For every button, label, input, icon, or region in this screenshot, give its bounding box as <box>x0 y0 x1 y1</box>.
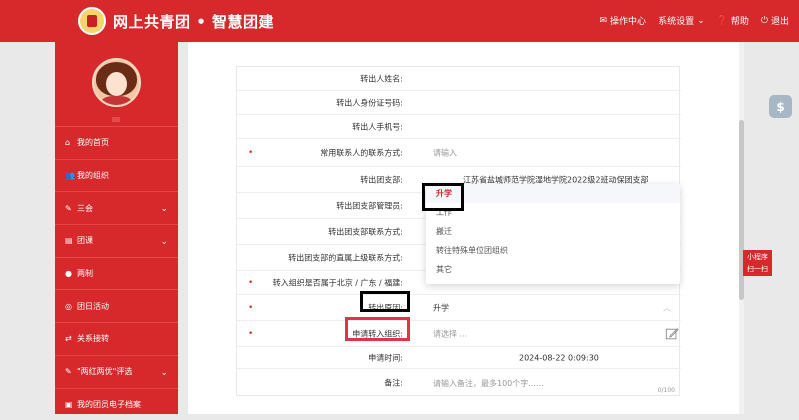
sidebar-item-label: 团日活动 <box>77 301 109 312</box>
apply-time-value: 2024-08-22 0:09:30 <box>519 353 599 362</box>
top-nav: ✉ 操作中心 系统设置 ⌄ ❓ 帮助 ⏻ 退出 <box>600 14 790 27</box>
doc-icon: ▣ <box>65 400 77 409</box>
nav-help[interactable]: ❓ 帮助 <box>717 14 749 27</box>
highlight-box-selected-option <box>422 183 464 211</box>
sidebar-item-label: 我的团员电子档案 <box>77 399 141 410</box>
sidebar-item-league-day[interactable]: ◎ 团日活动 <box>55 289 178 322</box>
floating-tool-button[interactable]: $ <box>769 95 792 118</box>
field-label: 转出人身份证号码: <box>237 97 425 108</box>
field-label: 转出团支部: <box>237 174 425 185</box>
dropdown-option[interactable]: 转往特殊单位团组织 <box>426 241 680 260</box>
highlight-box-target-org-label <box>345 317 410 341</box>
field-label: 转入组织是否属于北京 / 广东 / 福建: <box>237 277 425 288</box>
row-out-id: 转出人身份证号码: <box>237 91 681 115</box>
home-icon: ⌂ <box>65 138 77 147</box>
transfer-icon: ⇄ <box>65 334 77 343</box>
chevron-down-icon: ⌄ <box>160 204 168 214</box>
nav-operation-center[interactable]: ✉ 操作中心 <box>600 14 647 27</box>
top-header: 网上共青团 • 智慧团建 ✉ 操作中心 系统设置 ⌄ ❓ 帮助 ⏻ 退出 <box>0 0 799 42</box>
s-logo-icon: $ <box>776 100 784 114</box>
sidebar-item-my-org[interactable]: 👥 我的组织 <box>55 159 178 192</box>
sidebar-menu: ⌂ 我的首页 👥 我的组织 ✎ 三会 ⌄ ▤ 团课 ⌄ ● 两制 ◎ 团日活动 … <box>55 126 178 420</box>
nav-logout-label: 退出 <box>771 14 789 27</box>
row-apply-time: 申请时间: 2024-08-22 0:09:30 <box>237 347 681 369</box>
dropdown-option[interactable]: 工作 <box>426 203 680 222</box>
sidebar-item-label: "两红两优"评选 <box>77 366 132 377</box>
mini-program-label: 小程序 <box>743 251 772 263</box>
scan-label: 扫一扫 <box>743 263 772 275</box>
field-label: 转出人姓名: <box>237 73 425 84</box>
field-label: 转出团支部联系方式: <box>237 226 425 237</box>
avatar[interactable] <box>92 58 141 107</box>
row-transfer-reason: • 转出原因: 升学 ︿ <box>237 295 681 321</box>
row-out-phone: 转出人手机号: <box>237 115 681 139</box>
nav-system-settings[interactable]: 系统设置 ⌄ <box>658 14 705 27</box>
sidebar: ⌂ 我的首页 👥 我的组织 ✎ 三会 ⌄ ▤ 团课 ⌄ ● 两制 ◎ 团日活动 … <box>55 42 178 414</box>
remark-textarea[interactable]: 请输入备注，最多100个字...... <box>433 378 544 389</box>
users-icon: 👥 <box>65 171 77 180</box>
row-remark: 备注: 请输入备注，最多100个字...... 0/100 <box>237 369 681 397</box>
mini-program-badge[interactable]: 小程序 扫一扫 <box>743 250 772 276</box>
nav-help-label: 帮助 <box>731 14 749 27</box>
transfer-reason-dropdown: 升学 工作 搬迁 转往特殊单位团组织 其它 <box>426 184 680 284</box>
sidebar-item-league-class[interactable]: ▤ 团课 ⌄ <box>55 224 178 257</box>
power-icon: ⏻ <box>761 16 768 26</box>
field-label: 申请时间: <box>237 352 425 363</box>
nav-logout[interactable]: ⏻ 退出 <box>761 14 789 27</box>
sidebar-item-two-systems[interactable]: ● 两制 <box>55 257 178 290</box>
contact-input[interactable]: 请输入 <box>433 147 457 158</box>
row-out-name: 转出人姓名: <box>237 67 681 91</box>
chevron-down-icon: ⌄ <box>160 237 168 247</box>
sidebar-item-home[interactable]: ⌂ 我的首页 <box>55 126 178 159</box>
book-icon: ▤ <box>65 236 77 245</box>
field-label: 转出人手机号: <box>237 121 425 132</box>
field-label: 转出团支部的直属上级联系方式: <box>237 252 425 263</box>
nav-system-settings-label: 系统设置 <box>658 14 694 27</box>
remark-counter: 0/100 <box>658 387 675 394</box>
sidebar-item-label: 三会 <box>77 203 93 214</box>
sidebar-item-label: 我的组织 <box>77 170 109 181</box>
edit-icon: ✎ <box>65 204 77 213</box>
row-contact: • 常用联系人的联系方式: 请输入 <box>237 139 681 167</box>
transfer-reason-select[interactable]: 升学 <box>433 302 449 313</box>
globe-icon: ◎ <box>65 302 77 311</box>
help-icon: ❓ <box>717 16 728 26</box>
chevron-down-icon: ⌄ <box>160 368 168 378</box>
chevron-up-icon[interactable]: ︿ <box>663 302 671 313</box>
circle-icon: ● <box>65 269 77 278</box>
sidebar-item-label: 我的首页 <box>77 137 109 148</box>
sidebar-item-three-meetings[interactable]: ✎ 三会 ⌄ <box>55 191 178 224</box>
sidebar-item-e-archive[interactable]: ▣ 我的团员电子档案 <box>55 388 178 420</box>
youth-league-logo-icon <box>78 7 106 35</box>
dropdown-option[interactable]: 搬迁 <box>426 222 680 241</box>
target-org-select[interactable]: 请选择 ... <box>433 328 467 339</box>
nav-operation-center-label: 操作中心 <box>610 14 646 27</box>
row-target-org: • 申请转入组织: 请选择 ... <box>237 321 681 347</box>
sidebar-item-label: 关系接转 <box>77 333 109 344</box>
field-label: 备注: <box>237 378 425 389</box>
dropdown-option[interactable]: 其它 <box>426 260 680 279</box>
chevron-down-icon: ⌄ <box>697 16 705 26</box>
app-title: 网上共青团 • 智慧团建 <box>113 11 274 32</box>
field-label: 转出团支部管理员: <box>237 200 425 211</box>
mail-icon: ✉ <box>600 16 608 26</box>
sidebar-item-label: 两制 <box>77 268 93 279</box>
edit-icon: ✎ <box>65 367 77 376</box>
sidebar-item-transfer[interactable]: ⇄ 关系接转 <box>55 322 178 355</box>
sidebar-item-label: 团课 <box>77 235 93 246</box>
dropdown-option[interactable]: 升学 <box>426 184 680 203</box>
avatar-badge <box>112 117 120 122</box>
field-label: 常用联系人的联系方式: <box>237 147 425 158</box>
sidebar-item-selection[interactable]: ✎ "两红两优"评选 ⌄ <box>55 355 178 388</box>
edit-icon[interactable] <box>665 327 679 341</box>
highlight-box-reason-label <box>360 291 410 312</box>
